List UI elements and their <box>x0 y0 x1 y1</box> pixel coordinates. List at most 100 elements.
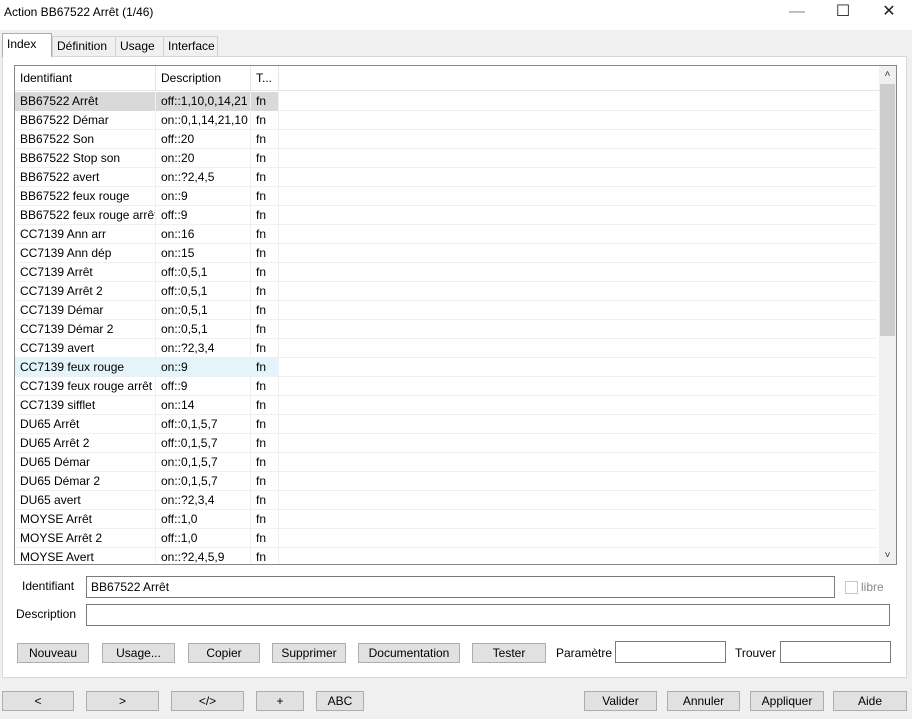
table-row[interactable]: BB67522 Démar on::0,1,14,21,10 fn <box>15 111 877 130</box>
description-label: Description <box>16 607 77 621</box>
supprimer-button[interactable]: Supprimer <box>272 643 346 663</box>
copier-button[interactable]: Copier <box>188 643 260 663</box>
tab-usage[interactable]: Usage <box>115 36 164 56</box>
cell-description: on::9 <box>156 358 251 377</box>
cell-identifiant: CC7139 sifflet <box>15 396 156 415</box>
previous-button[interactable]: < <box>2 691 74 711</box>
valider-button[interactable]: Valider <box>584 691 657 711</box>
table-row[interactable]: DU65 Démar 2 on::0,1,5,7 fn <box>15 472 877 491</box>
table-row[interactable]: DU65 Arrêt 2 off::0,1,5,7 fn <box>15 434 877 453</box>
tester-button[interactable]: Tester <box>472 643 546 663</box>
cell-identifiant: MOYSE Avert <box>15 548 156 564</box>
table-row[interactable]: CC7139 Démar 2 on::0,5,1 fn <box>15 320 877 339</box>
cell-description: off::0,5,1 <box>156 282 251 301</box>
table-row[interactable]: DU65 Démar on::0,1,5,7 fn <box>15 453 877 472</box>
cell-description: off::1,0 <box>156 529 251 548</box>
table-row[interactable]: BB67522 Arrêt off::1,10,0,14,21 fn <box>15 92 877 111</box>
tab-definition[interactable]: Définition <box>52 36 116 56</box>
column-header-identifiant[interactable]: Identifiant <box>15 66 156 91</box>
cell-identifiant: DU65 Arrêt <box>15 415 156 434</box>
next-button[interactable]: > <box>86 691 159 711</box>
cell-description: off::0,1,5,7 <box>156 415 251 434</box>
cell-identifiant: CC7139 avert <box>15 339 156 358</box>
table-row[interactable]: CC7139 Ann arr on::16 fn <box>15 225 877 244</box>
cell-description: on::16 <box>156 225 251 244</box>
row-filler <box>279 529 877 548</box>
cell-description: off::20 <box>156 130 251 149</box>
cell-description: on::0,5,1 <box>156 320 251 339</box>
appliquer-button[interactable]: Appliquer <box>750 691 824 711</box>
row-filler <box>279 472 877 491</box>
table-row[interactable]: CC7139 sifflet on::14 fn <box>15 396 877 415</box>
cell-identifiant: DU65 Démar <box>15 453 156 472</box>
cell-description: on::14 <box>156 396 251 415</box>
row-filler <box>279 111 877 130</box>
cell-identifiant: CC7139 Ann arr <box>15 225 156 244</box>
table-row[interactable]: BB67522 feux rouge arrêt off::9 fn <box>15 206 877 225</box>
table-row[interactable]: MOYSE Arrêt 2 off::1,0 fn <box>15 529 877 548</box>
aide-button[interactable]: Aide <box>833 691 907 711</box>
trouver-label: Trouver <box>735 646 776 660</box>
description-field[interactable] <box>86 604 890 626</box>
cell-description: on::0,5,1 <box>156 301 251 320</box>
cell-type: fn <box>251 472 279 491</box>
table-row[interactable]: CC7139 feux rouge on::9 fn <box>15 358 877 377</box>
actions-table[interactable]: Identifiant Description T... BB67522 Arr… <box>14 65 897 565</box>
table-row[interactable]: CC7139 Arrêt off::0,5,1 fn <box>15 263 877 282</box>
cell-identifiant: DU65 avert <box>15 491 156 510</box>
table-row[interactable]: BB67522 Stop son on::20 fn <box>15 149 877 168</box>
maximize-icon[interactable]: ☐ <box>820 0 866 30</box>
table-row[interactable]: CC7139 Démar on::0,5,1 fn <box>15 301 877 320</box>
documentation-button[interactable]: Documentation <box>358 643 460 663</box>
table-row[interactable]: BB67522 Son off::20 fn <box>15 130 877 149</box>
cell-type: fn <box>251 358 279 377</box>
add-button[interactable]: + <box>256 691 304 711</box>
trouver-field[interactable] <box>780 641 891 663</box>
cell-identifiant: BB67522 feux rouge arrêt <box>15 206 156 225</box>
table-row[interactable]: BB67522 avert on::?2,4,5 fn <box>15 168 877 187</box>
cell-type: fn <box>251 206 279 225</box>
table-row[interactable]: BB67522 feux rouge on::9 fn <box>15 187 877 206</box>
vertical-scrollbar[interactable]: ˄ ˅ <box>879 66 896 564</box>
cell-type: fn <box>251 130 279 149</box>
minimize-icon[interactable]: — <box>774 0 820 30</box>
table-row[interactable]: DU65 Arrêt off::0,1,5,7 fn <box>15 415 877 434</box>
annuler-button[interactable]: Annuler <box>667 691 740 711</box>
title-bar: Action BB67522 Arrêt (1/46) — ☐ ✕ <box>0 0 912 30</box>
cell-type: fn <box>251 548 279 564</box>
parametre-label: Paramètre <box>556 646 613 660</box>
column-header-type[interactable]: T... <box>251 66 279 91</box>
table-row[interactable]: DU65 avert on::?2,3,4 fn <box>15 491 877 510</box>
row-filler <box>279 130 877 149</box>
code-button[interactable]: </> <box>171 691 244 711</box>
cell-description: on::15 <box>156 244 251 263</box>
usage-button[interactable]: Usage... <box>102 643 175 663</box>
cell-description: on::20 <box>156 149 251 168</box>
table-row[interactable]: CC7139 feux rouge arrêt off::9 fn <box>15 377 877 396</box>
parametre-field[interactable] <box>615 641 726 663</box>
column-header-description[interactable]: Description <box>156 66 251 91</box>
row-filler <box>279 510 877 529</box>
identifiant-field[interactable]: BB67522 Arrêt <box>86 576 835 598</box>
cell-identifiant: BB67522 Stop son <box>15 149 156 168</box>
libre-label: libre <box>861 580 884 594</box>
scroll-up-icon[interactable]: ˄ <box>879 66 896 83</box>
row-filler <box>279 92 877 111</box>
libre-checkbox[interactable] <box>845 581 858 594</box>
table-row[interactable]: MOYSE Arrêt off::1,0 fn <box>15 510 877 529</box>
nouveau-button[interactable]: Nouveau <box>17 643 89 663</box>
tab-interface[interactable]: Interface <box>163 36 218 56</box>
abc-button[interactable]: ABC <box>316 691 364 711</box>
tab-index[interactable]: Index <box>2 33 52 57</box>
scroll-thumb[interactable] <box>880 84 895 336</box>
close-icon[interactable]: ✕ <box>866 0 912 30</box>
table-row[interactable]: MOYSE Avert on::?2,4,5,9 fn <box>15 548 877 564</box>
table-row[interactable]: CC7139 avert on::?2,3,4 fn <box>15 339 877 358</box>
cell-type: fn <box>251 415 279 434</box>
table-row[interactable]: CC7139 Ann dép on::15 fn <box>15 244 877 263</box>
table-row[interactable]: CC7139 Arrêt 2 off::0,5,1 fn <box>15 282 877 301</box>
cell-description: on::0,1,5,7 <box>156 472 251 491</box>
scroll-down-icon[interactable]: ˅ <box>879 547 896 564</box>
cell-identifiant: BB67522 feux rouge <box>15 187 156 206</box>
cell-type: fn <box>251 282 279 301</box>
